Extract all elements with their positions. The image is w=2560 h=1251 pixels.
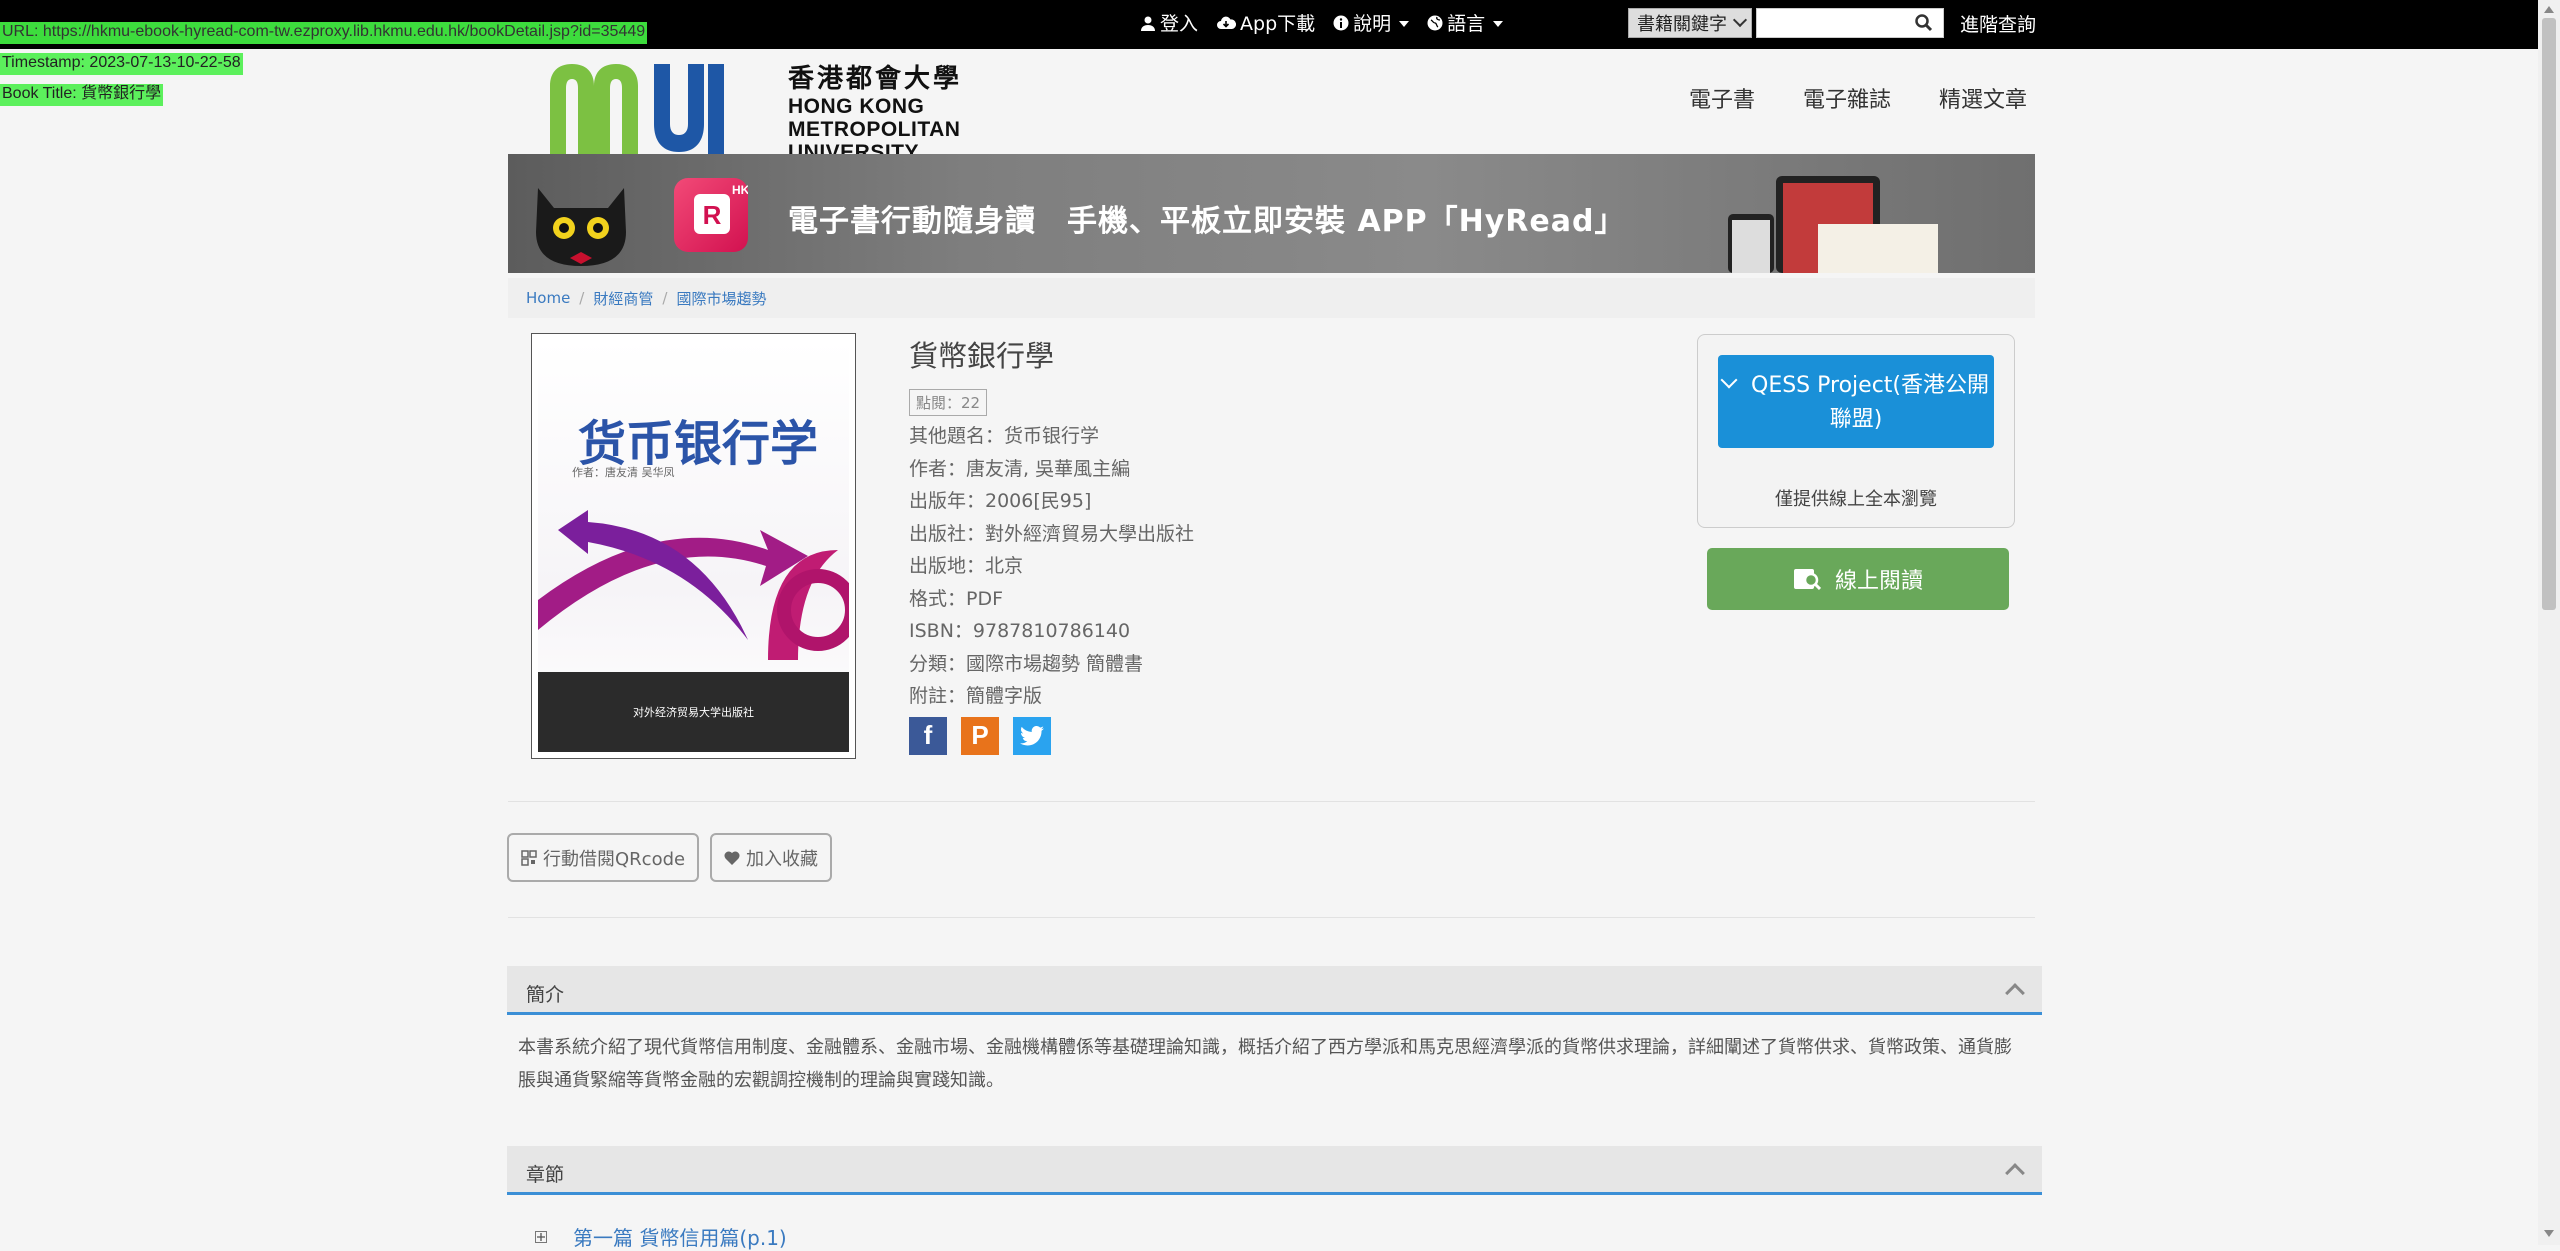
language-label: 語言 xyxy=(1447,13,1486,35)
chapter-title: 第一篇 貨幣信用篇(p.1) xyxy=(573,1226,787,1250)
page-scrollbar[interactable] xyxy=(2538,0,2560,1245)
publish-place: 出版地：北京 xyxy=(909,555,1024,577)
isbn: ISBN：9787810786140 xyxy=(909,620,1131,642)
chevron-down-icon xyxy=(1732,12,1748,28)
help-menu[interactable]: 說明 xyxy=(1333,9,1410,36)
advanced-search-link[interactable]: 進階查詢 xyxy=(1960,10,2036,37)
login-link[interactable]: 登入 xyxy=(1140,9,1198,36)
qrcode-label: 行動借閱QRcode xyxy=(543,848,686,870)
chapters-panel-header[interactable]: 章節 xyxy=(507,1146,2042,1195)
access-box: QESS Project(香港公開聯盟) 僅提供線上全本瀏覽 xyxy=(1697,334,2015,528)
qess-project-label: QESS Project(香港公開聯盟) xyxy=(1751,373,1989,432)
scroll-down-icon[interactable] xyxy=(2544,1230,2554,1237)
breadcrumb: Home / 財經商管 / 國際市場趨勢 xyxy=(508,278,2035,318)
cover-arrows-icon xyxy=(538,510,849,660)
banner-text: 電子書行動隨身讀 手機、平板立即安裝 APP「HyRead」 xyxy=(788,204,1626,239)
qrcode-icon xyxy=(521,849,537,866)
nav-featured-articles[interactable]: 精選文章 xyxy=(1939,82,2027,114)
social-share: f P xyxy=(909,716,1609,755)
divider xyxy=(508,801,2035,802)
add-favorite-button[interactable]: 加入收藏 xyxy=(710,833,832,882)
breadcrumb-separator: / xyxy=(579,289,585,307)
book-title: 貨幣銀行學 xyxy=(909,339,1055,373)
twitter-bird-icon xyxy=(1020,725,1044,745)
breadcrumb-category[interactable]: 財經商管 xyxy=(593,288,653,309)
app-download-link[interactable]: App下載 xyxy=(1216,9,1315,36)
nav-ebooks[interactable]: 電子書 xyxy=(1689,82,1755,114)
promo-banner[interactable]: R HK 電子書行動隨身讀 手機、平板立即安裝 APP「HyRead」 xyxy=(508,154,2035,273)
globe-icon xyxy=(1427,15,1443,30)
language-menu[interactable]: 語言 xyxy=(1427,9,1504,36)
chapter-item[interactable]: 第一篇 貨幣信用篇(p.1) xyxy=(535,1222,787,1251)
search-type-select[interactable]: 書籍關鍵字 xyxy=(1628,8,1752,38)
top-nav: 登入 App下載 說明 語言 xyxy=(1140,0,1521,45)
book-cover-image: 货币银行学 作者：唐友清 吴华凤 对外经济贸易大学出版社 xyxy=(538,340,849,752)
hkmu-logo-icon[interactable] xyxy=(544,56,764,154)
book-cover[interactable]: 货币银行学 作者：唐友清 吴华凤 对外经济贸易大学出版社 xyxy=(531,333,856,759)
help-label: 說明 xyxy=(1353,13,1392,35)
publish-year: 出版年：2006[民95] xyxy=(909,490,1092,512)
book-info: 貨幣銀行學 點閱：22 其他題名：货币银行学 作者：唐友清, 吳華風主編 出版年… xyxy=(909,333,1609,755)
add-favorite-label: 加入收藏 xyxy=(746,848,818,870)
chevron-up-icon[interactable] xyxy=(2005,983,2025,1003)
nav-emagazines[interactable]: 電子雜誌 xyxy=(1803,82,1891,114)
qess-project-button[interactable]: QESS Project(香港公開聯盟) xyxy=(1718,355,1994,448)
divider xyxy=(508,917,2035,918)
search-icon[interactable] xyxy=(1914,13,1934,33)
book-search-icon xyxy=(1793,569,1821,591)
summary-heading: 簡介 xyxy=(526,984,565,1006)
url-overlay: URL: https://hkmu-ebook-hyread-com-tw.ez… xyxy=(0,22,648,44)
svg-text:R: R xyxy=(703,200,722,230)
hyread-app-icon: R HK xyxy=(674,178,750,252)
university-name-en-2: METROPOLITAN xyxy=(788,118,961,141)
cloud-download-icon xyxy=(1217,16,1237,29)
timestamp-overlay: Timestamp: 2023-07-13-10-22-58 xyxy=(0,53,243,75)
other-title: 其他題名：货币银行学 xyxy=(909,425,1100,447)
summary-text: 本書系統介紹了現代貨幣信用制度、金融體系、金融市場、金融機構體係等基礎理論知識，… xyxy=(518,1037,2012,1091)
qrcode-button[interactable]: 行動借閱QRcode xyxy=(507,833,700,882)
info-icon xyxy=(1333,15,1349,30)
main-nav: 電子書 電子雜誌 精選文章 xyxy=(1689,82,2027,114)
university-name: 香港都會大學 HONG KONG METROPOLITAN UNIVERSITY xyxy=(788,58,962,164)
university-name-en-1: HONG KONG xyxy=(788,95,925,118)
chevron-down-icon xyxy=(1493,20,1504,27)
cover-publisher: 对外经济贸易大学出版社 xyxy=(633,706,754,719)
chevron-up-icon[interactable] xyxy=(2005,1163,2025,1183)
book-author: 作者：唐友清, 吳華風主編 xyxy=(909,457,1131,480)
expand-icon[interactable] xyxy=(535,1230,547,1243)
site-header: 香港都會大學 HONG KONG METROPOLITAN UNIVERSITY… xyxy=(508,52,2035,164)
heart-icon xyxy=(724,850,740,865)
badge-label: HK xyxy=(732,183,748,197)
cat-mascot-icon xyxy=(536,188,626,266)
book-category: 分類：國際市場趨勢 簡體書 xyxy=(909,652,1144,675)
chapters-heading: 章節 xyxy=(526,1164,565,1186)
read-online-label: 線上閱讀 xyxy=(1834,569,1923,594)
university-name-zh: 香港都會大學 xyxy=(788,63,963,93)
login-label: 登入 xyxy=(1160,13,1199,35)
breadcrumb-subcategory[interactable]: 國際市場趨勢 xyxy=(676,288,766,309)
search-type-value: 書籍關鍵字 xyxy=(1637,14,1727,35)
plurk-icon[interactable]: P xyxy=(961,716,999,755)
breadcrumb-separator: / xyxy=(662,289,668,307)
user-icon xyxy=(1141,16,1155,31)
book-note: 附註：簡體字版 xyxy=(909,685,1043,707)
read-online-button[interactable]: 線上閱讀 xyxy=(1707,548,2009,610)
book-title-overlay: Book Title: 貨幣銀行學 xyxy=(0,84,164,106)
breadcrumb-home[interactable]: Home xyxy=(526,289,570,307)
cover-footer: 对外经济贸易大学出版社 xyxy=(538,672,849,752)
chevron-down-icon xyxy=(1720,371,1738,389)
publisher: 出版社：對外經濟貿易大學出版社 xyxy=(909,522,1195,545)
scroll-up-icon[interactable] xyxy=(2544,6,2554,13)
twitter-icon[interactable] xyxy=(1013,716,1051,755)
cover-author: 作者：唐友清 吴华凤 xyxy=(572,466,675,479)
app-download-label: App下載 xyxy=(1240,13,1316,35)
devices-illustration-icon xyxy=(1728,176,1938,273)
scrollbar-thumb[interactable] xyxy=(2542,18,2556,610)
facebook-icon[interactable]: f xyxy=(909,716,947,755)
access-note: 僅提供線上全本瀏覽 xyxy=(1775,489,1937,510)
chevron-down-icon xyxy=(1399,20,1410,27)
book-format: 格式：PDF xyxy=(909,587,1004,610)
hit-count-badge: 點閱：22 xyxy=(909,389,988,416)
summary-panel-header[interactable]: 簡介 xyxy=(507,966,2042,1015)
